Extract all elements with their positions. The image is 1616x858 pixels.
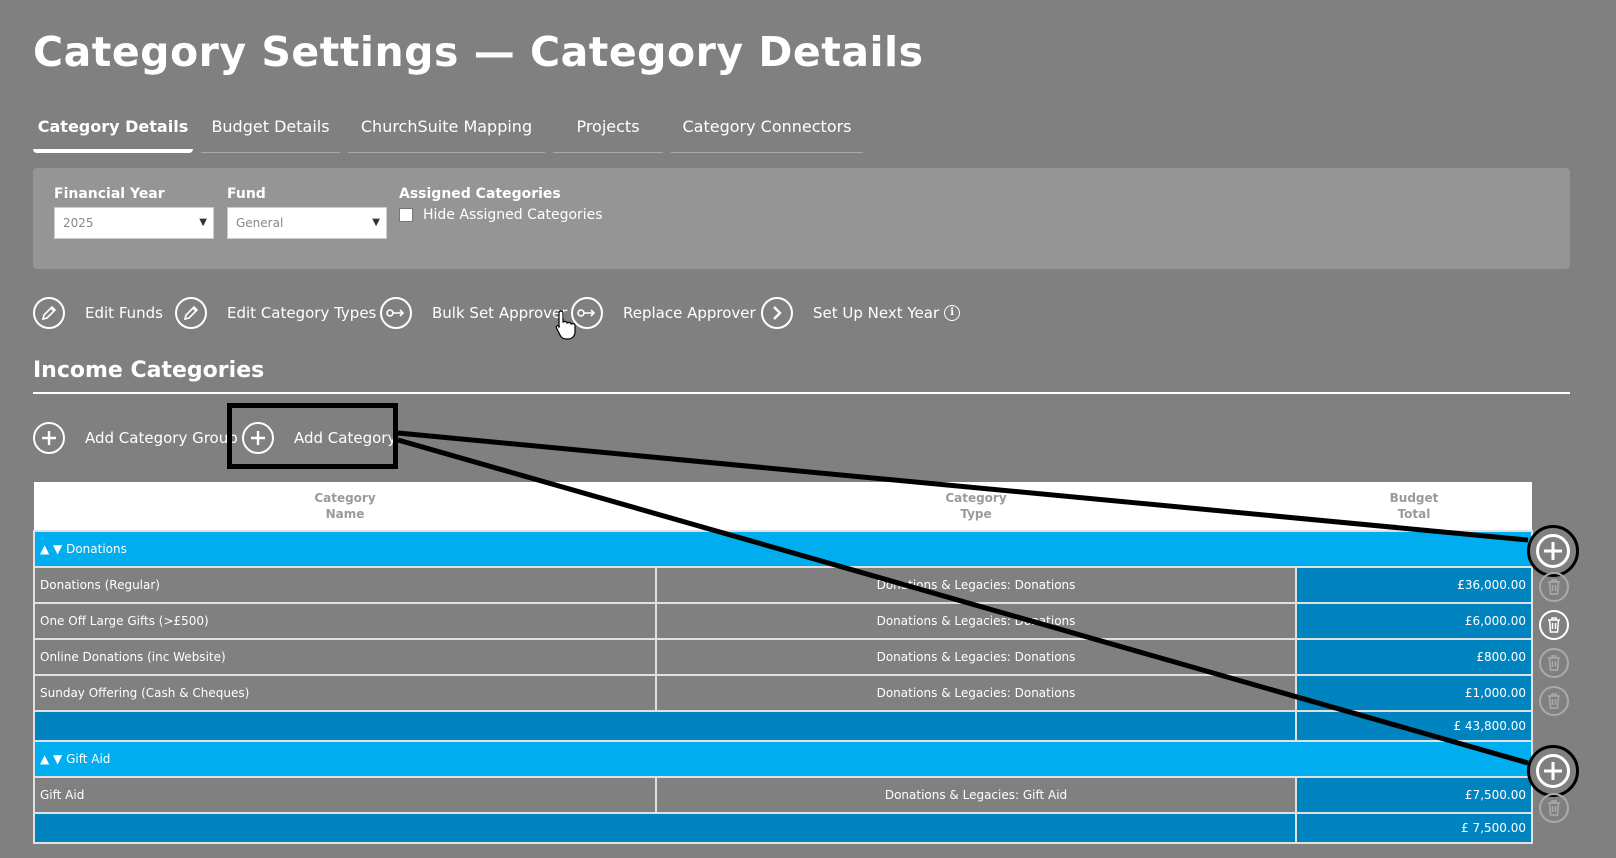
table-row[interactable]: Donations (Regular) Donations & Legacies… [33,566,1533,604]
set-up-next-year-button[interactable]: Set Up Next Year i [761,297,961,329]
add-category-to-donations-button[interactable] [1527,525,1579,577]
trash-icon[interactable] [1539,793,1569,823]
trash-icon[interactable] [1539,648,1569,678]
group-total-spacer [33,710,1297,742]
tab-churchsuite-mapping[interactable]: ChurchSuite Mapping [348,105,545,153]
hand-cursor-icon [555,310,577,344]
bulk-set-approver-label: Bulk Set Approver [432,304,568,322]
edit-category-types-button[interactable]: Edit Category Types [175,297,376,329]
edit-category-types-label: Edit Category Types [227,304,377,322]
category-name-cell[interactable]: Donations (Regular) [33,566,657,604]
fund-select[interactable]: General ▼ [227,207,387,239]
budget-total-cell[interactable]: £800.00 [1295,638,1533,676]
category-type-cell[interactable]: Donations & Legacies: Donations [655,638,1297,676]
income-categories-title: Income Categories [33,358,265,383]
tab-budget-details[interactable]: Budget Details [201,105,340,153]
budget-total-header[interactable]: Budget Total [1296,482,1532,531]
bulk-set-approver-button[interactable]: Bulk Set Approver [380,297,567,329]
table-row[interactable]: Gift Aid Donations & Legacies: Gift Aid … [33,776,1533,814]
chevron-right-icon [761,297,793,329]
hide-assigned-label[interactable]: Hide Assigned Categories [423,207,603,223]
financial-year-select[interactable]: 2025 ▼ [54,207,214,239]
fund-value: General [236,216,284,230]
category-type-cell[interactable]: Donations & Legacies: Donations [655,566,1297,604]
financial-year-value: 2025 [63,216,94,230]
table-header: Category Name Category Type Budget Total [34,482,1532,531]
section-divider [33,392,1570,394]
tab-bar: Category Details Budget Details ChurchSu… [33,105,871,155]
key-icon [380,297,412,329]
trash-icon[interactable] [1539,686,1569,716]
budget-total-cell[interactable]: £36,000.00 [1295,566,1533,604]
add-category-group-label: Add Category Group [85,429,238,447]
group-total-value: £ 43,800.00 [1295,710,1533,742]
fund-label: Fund [227,186,266,202]
hide-assigned-checkbox[interactable] [399,208,413,222]
annotation-highlight-box [227,403,398,469]
category-type-cell[interactable]: Donations & Legacies: Gift Aid [655,776,1297,814]
table-row[interactable]: One Off Large Gifts (>£500) Donations & … [33,602,1533,640]
assigned-categories-filter: Assigned Categories Hide Assigned Catego… [399,186,603,223]
budget-total-cell[interactable]: £7,500.00 [1295,776,1533,814]
replace-approver-label: Replace Approver [623,304,756,322]
financial-year-filter: Financial Year 2025 ▼ [54,186,214,239]
fund-filter: Fund General ▼ [227,186,387,239]
pencil-icon [175,297,207,329]
category-name-cell[interactable]: Gift Aid [33,776,657,814]
page-title: Category Settings — Category Details [33,28,924,76]
category-name-cell[interactable]: Sunday Offering (Cash & Cheques) [33,674,657,712]
trash-icon[interactable] [1539,610,1569,640]
plus-icon [1536,754,1570,788]
group-total-spacer [33,812,1297,844]
set-up-next-year-label: Set Up Next Year [813,304,940,322]
assigned-categories-label: Assigned Categories [399,186,561,202]
income-categories-table: Category Name Category Type Budget Total ▲ … [33,482,1533,844]
edit-funds-button[interactable]: Edit Funds [33,297,163,329]
table-row[interactable]: Sunday Offering (Cash & Cheques) Donatio… [33,674,1533,712]
add-category-group-button[interactable]: Add Category Group [33,422,238,454]
filter-panel: Financial Year 2025 ▼ Fund General ▼ Ass… [33,168,1570,269]
financial-year-label: Financial Year [54,186,165,202]
pencil-icon [33,297,65,329]
replace-approver-button[interactable]: Replace Approver [571,297,756,329]
tab-category-details[interactable]: Category Details [33,105,193,153]
chevron-down-icon: ▼ [372,217,380,228]
plus-icon [1536,534,1570,568]
group-name[interactable]: ▲ ▼ Donations [33,530,1533,568]
group-total-row: £ 43,800.00 [33,710,1533,742]
tab-category-connectors[interactable]: Category Connectors [671,105,863,153]
category-type-cell[interactable]: Donations & Legacies: Donations [655,602,1297,640]
group-row-donations[interactable]: ▲ ▼ Donations [33,530,1533,568]
tab-projects[interactable]: Projects [553,105,663,153]
group-total-row: £ 7,500.00 [33,812,1533,844]
category-type-header[interactable]: Category Type [656,482,1296,531]
group-row-gift-aid[interactable]: ▲ ▼ Gift Aid [33,740,1533,778]
category-name-cell[interactable]: Online Donations (inc Website) [33,638,657,676]
trash-icon[interactable] [1539,572,1569,602]
chevron-down-icon: ▼ [199,217,207,228]
table-row[interactable]: Online Donations (inc Website) Donations… [33,638,1533,676]
edit-funds-label: Edit Funds [85,304,163,322]
budget-total-cell[interactable]: £1,000.00 [1295,674,1533,712]
budget-total-cell[interactable]: £6,000.00 [1295,602,1533,640]
info-icon[interactable]: i [944,305,961,321]
category-name-cell[interactable]: One Off Large Gifts (>£500) [33,602,657,640]
group-name[interactable]: ▲ ▼ Gift Aid [33,740,1533,778]
category-name-header[interactable]: Category Name [34,482,656,531]
add-category-to-gift-aid-button[interactable] [1527,745,1579,797]
category-type-cell[interactable]: Donations & Legacies: Donations [655,674,1297,712]
group-total-value: £ 7,500.00 [1295,812,1533,844]
plus-icon [33,422,65,454]
